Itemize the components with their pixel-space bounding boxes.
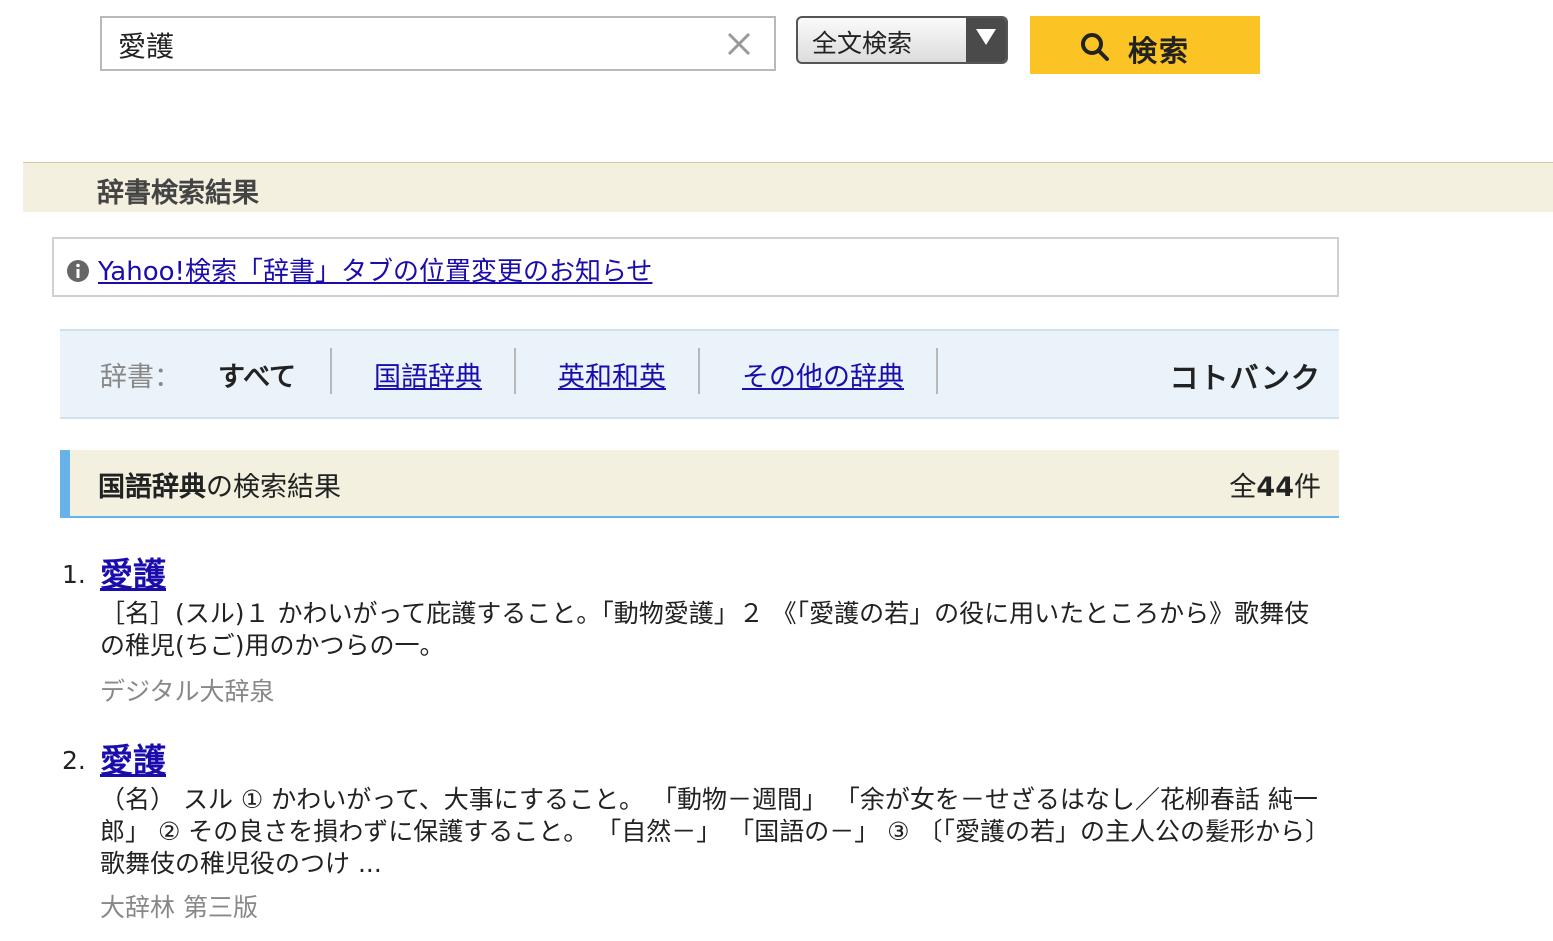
- results-title: 国語辞典の検索結果: [98, 465, 341, 504]
- kotobank-logo[interactable]: コトバンク: [1170, 355, 1321, 397]
- tab-divider: [698, 348, 700, 394]
- search-input[interactable]: [116, 18, 700, 71]
- triangle-down-icon: [976, 29, 996, 45]
- search-icon: [1081, 33, 1109, 61]
- results-count-prefix: 全: [1229, 472, 1257, 503]
- dictionary-label: 辞書：: [100, 362, 181, 393]
- search-mode-select[interactable]: 全文検索: [796, 16, 1008, 64]
- result-title-link[interactable]: 愛護: [100, 548, 166, 596]
- tab-divider: [330, 348, 332, 394]
- result-number: 1.: [62, 560, 86, 589]
- tab-english-japanese[interactable]: 英和和英: [558, 355, 666, 394]
- results-dictionary-name: 国語辞典: [98, 472, 206, 503]
- results-count-suffix: 件: [1294, 472, 1321, 503]
- search-box: [100, 16, 776, 71]
- search-button-label: 検索: [1128, 36, 1191, 68]
- result-title-link[interactable]: 愛護: [100, 734, 166, 782]
- tab-divider: [936, 348, 938, 394]
- section-header: 辞書検索結果: [23, 162, 1553, 212]
- result-source: 大辞林 第三版: [100, 893, 258, 922]
- info-icon: [67, 260, 89, 282]
- results-count: 全44件: [1229, 465, 1321, 504]
- dropdown-arrow-area: [966, 18, 1006, 62]
- section-title: 辞書検索結果: [97, 178, 259, 209]
- result-source: デジタル大辞泉: [100, 677, 275, 706]
- result-number: 2.: [62, 746, 86, 775]
- notice-box: Yahoo!検索「辞書」タブの位置変更のお知らせ: [52, 237, 1339, 297]
- dictionary-tab-bar: 辞書： すべて 国語辞典 英和和英 その他の辞典 コトバンク: [60, 329, 1339, 419]
- search-mode-value: 全文検索: [812, 29, 913, 58]
- tab-divider: [514, 348, 516, 394]
- clear-icon[interactable]: [722, 27, 756, 61]
- tab-all[interactable]: すべて: [218, 355, 296, 394]
- tab-japanese-dictionary[interactable]: 国語辞典: [374, 355, 482, 394]
- result-snippet: （名） スル ① かわいがって、大事にすること。 「動物－週間」 「余が女を－せ…: [100, 785, 1331, 878]
- notice-link[interactable]: Yahoo!検索「辞書」タブの位置変更のお知らせ: [98, 251, 652, 288]
- results-title-suffix: の検索結果: [206, 472, 341, 503]
- results-header: 国語辞典の検索結果 全44件: [60, 450, 1339, 518]
- result-snippet: ［名］(スル)１ かわいがって庇護すること。「動物愛護」２ 《「愛護の若」の役に…: [100, 599, 1310, 660]
- tab-other-dictionaries[interactable]: その他の辞典: [742, 355, 904, 394]
- page: 全文検索 検索 辞書検索結果 Yahoo!検索「辞書」タブの位置変更のお知らせ …: [0, 0, 1553, 941]
- search-button[interactable]: 検索: [1030, 16, 1260, 74]
- results-count-value: 44: [1256, 472, 1294, 503]
